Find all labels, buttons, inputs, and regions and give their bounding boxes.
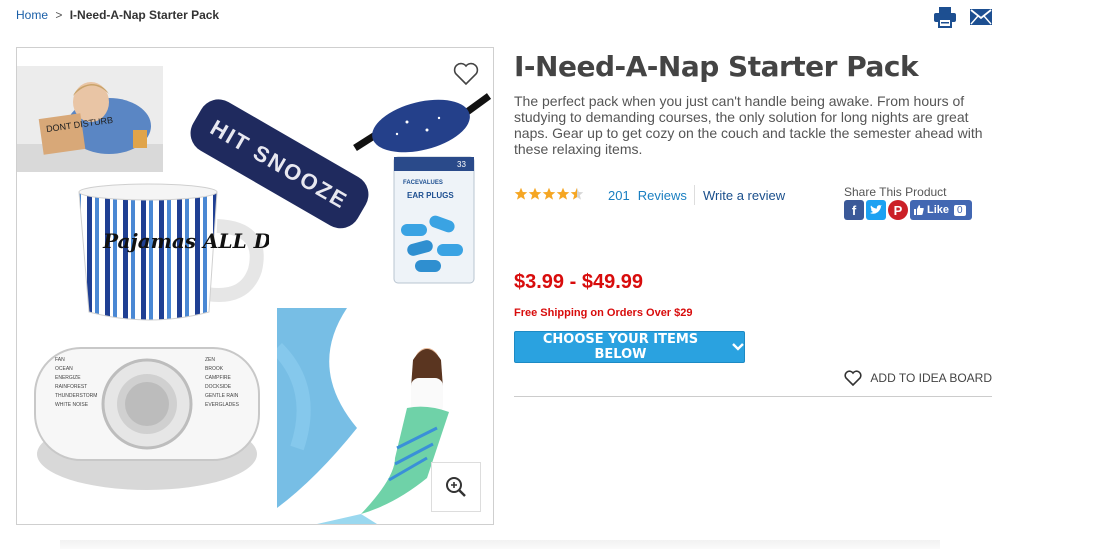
sound-label: DOCKSIDE bbox=[205, 384, 232, 390]
sleep-mask bbox=[347, 78, 493, 168]
sound-label: WHITE NOISE bbox=[55, 402, 89, 408]
twitter-icon[interactable] bbox=[866, 200, 886, 220]
product-description: The perfect pack when you just can't han… bbox=[514, 93, 983, 157]
facebook-like-button[interactable]: Like 0 bbox=[910, 200, 972, 220]
pajamas-mug: Pajamas ALL DAY bbox=[69, 182, 301, 332]
reviews-link[interactable]: 201 Reviews bbox=[608, 188, 687, 203]
earplug-label: EAR PLUGS bbox=[407, 191, 454, 200]
ear-plugs-pack: 33 FACEVALUES EAR PLUGS bbox=[393, 156, 475, 284]
star-icon bbox=[556, 187, 570, 201]
sound-label: BROOK bbox=[205, 366, 224, 372]
breadcrumb: Home > I-Need-A-Nap Starter Pack bbox=[16, 8, 219, 22]
earplug-count: 33 bbox=[457, 160, 466, 169]
choose-items-label: CHOOSE YOUR ITEMS BELOW bbox=[542, 332, 699, 362]
choose-items-button[interactable]: CHOOSE YOUR ITEMS BELOW bbox=[514, 331, 745, 363]
star-icon bbox=[528, 187, 542, 201]
chevron-down-icon bbox=[732, 343, 744, 351]
breadcrumb-home-link[interactable]: Home bbox=[16, 8, 48, 22]
star-rating[interactable] bbox=[514, 187, 584, 201]
sound-label: CAMPFIRE bbox=[205, 375, 231, 381]
zoom-icon[interactable] bbox=[431, 462, 481, 512]
pinterest-icon[interactable]: P bbox=[888, 200, 908, 220]
facebook-icon[interactable]: f bbox=[844, 200, 864, 220]
utility-icons bbox=[933, 6, 993, 28]
rating-row: 201 Reviews Write a review Share This Pro… bbox=[514, 185, 992, 221]
sound-machine: FAN OCEAN ENERGIZE RAINFOREST THUNDERSTO… bbox=[31, 344, 263, 494]
star-icon bbox=[570, 187, 584, 201]
sound-label: OCEAN bbox=[55, 366, 73, 372]
write-review-link[interactable]: Write a review bbox=[703, 188, 785, 203]
breadcrumb-separator: > bbox=[55, 8, 63, 22]
earplug-brand: FACEVALUES bbox=[403, 180, 443, 186]
sound-label: ZEN bbox=[205, 357, 215, 363]
sound-label: RAINFOREST bbox=[55, 384, 88, 390]
reviews-count: 201 bbox=[608, 188, 630, 203]
section-divider-shadow bbox=[60, 540, 940, 549]
sleeping-man-photo: DONT DISTURB bbox=[17, 66, 163, 172]
product-title: I-Need-A-Nap Starter Pack bbox=[514, 50, 919, 83]
share-label: Share This Product bbox=[844, 185, 947, 199]
star-icon bbox=[514, 187, 528, 201]
add-to-idea-board-link[interactable]: ADD TO IDEA BOARD bbox=[844, 370, 992, 386]
sound-label: FAN bbox=[55, 357, 65, 363]
sound-label: EVERGLADES bbox=[205, 402, 239, 408]
thumbs-up-icon bbox=[914, 205, 924, 215]
email-icon[interactable] bbox=[969, 6, 993, 28]
share-buttons: f P Like 0 bbox=[844, 200, 972, 220]
like-count: 0 bbox=[954, 204, 966, 216]
mug-text: Pajamas ALL DAY bbox=[102, 229, 269, 253]
sound-right-list: ZEN BROOK CAMPFIRE DOCKSIDE GENTLE RAIN … bbox=[205, 356, 239, 410]
shipping-notice: Free Shipping on Orders Over $29 bbox=[514, 307, 693, 319]
print-icon[interactable] bbox=[933, 6, 957, 28]
heart-icon bbox=[844, 370, 862, 386]
idea-board-label: ADD TO IDEA BOARD bbox=[870, 371, 992, 385]
sound-label: GENTLE RAIN bbox=[205, 393, 239, 399]
reviews-label: Reviews bbox=[637, 188, 687, 203]
star-icon bbox=[542, 187, 556, 201]
sound-left-list: FAN OCEAN ENERGIZE RAINFOREST THUNDERSTO… bbox=[55, 356, 97, 410]
sound-label: ENERGIZE bbox=[55, 375, 81, 381]
add-to-favorites-heart-icon[interactable] bbox=[453, 62, 479, 86]
divider bbox=[694, 185, 695, 205]
breadcrumb-current: I-Need-A-Nap Starter Pack bbox=[69, 8, 220, 22]
product-image-gallery[interactable]: DONT DISTURB HIT SNOOZE 33 FACEVALUES EA… bbox=[16, 47, 494, 525]
like-label: Like bbox=[927, 204, 950, 216]
sound-label: THUNDERSTORM bbox=[55, 393, 98, 399]
product-info: I-Need-A-Nap Starter Pack The perfect pa… bbox=[514, 50, 992, 397]
divider bbox=[514, 396, 992, 397]
price-range: $3.99 - $49.99 bbox=[514, 271, 643, 293]
